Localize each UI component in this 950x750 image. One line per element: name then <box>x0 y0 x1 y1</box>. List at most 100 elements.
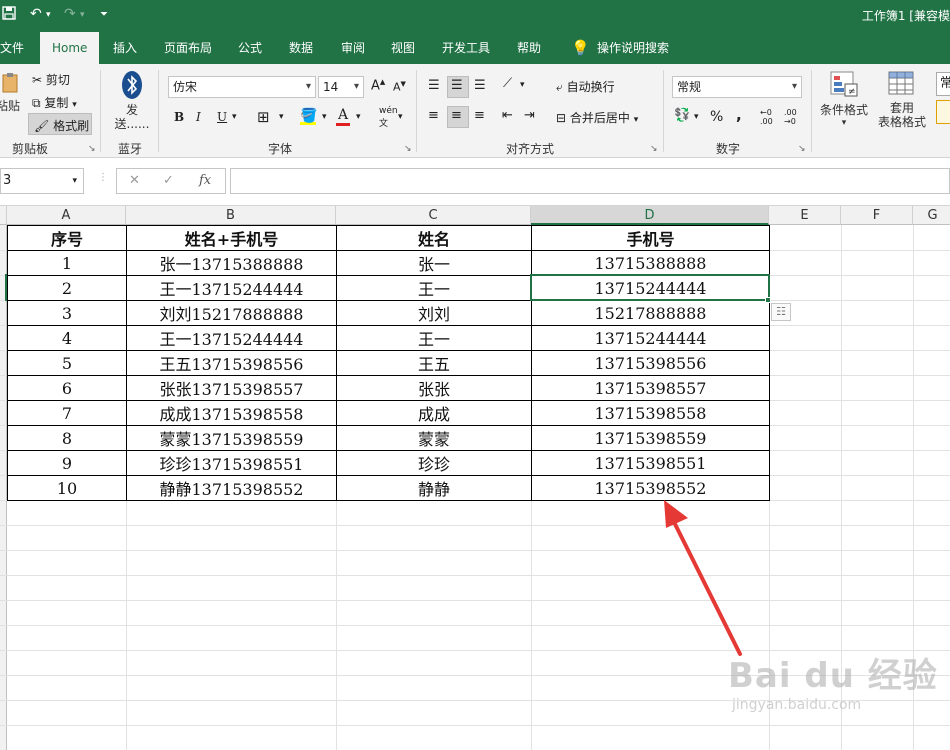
table-cell[interactable]: 珍珍 <box>336 450 532 476</box>
table-cell[interactable]: 蒙蒙 <box>336 425 532 451</box>
column-header-e[interactable]: E <box>769 206 841 225</box>
tab-developer[interactable]: 开发工具 <box>442 32 490 64</box>
align-left-icon[interactable]: ≡ <box>428 108 439 123</box>
column-header-d[interactable]: D <box>531 206 769 225</box>
tab-data[interactable]: 数据 <box>289 32 313 64</box>
cell-styles-gallery[interactable]: 常 <box>936 72 950 96</box>
table-cell[interactable]: 王一13715244444 <box>126 275 337 301</box>
cut-button[interactable]: ✂ 剪切 <box>32 71 70 88</box>
table-cell[interactable]: 5 <box>7 350 127 376</box>
tab-page-layout[interactable]: 页面布局 <box>164 32 212 64</box>
cancel-icon[interactable]: ✕ <box>129 173 140 188</box>
column-header-a[interactable]: A <box>7 206 126 225</box>
decrease-indent-icon[interactable]: ⇤ <box>502 108 513 123</box>
table-cell[interactable]: 4 <box>7 325 127 351</box>
fill-color-dropdown-icon[interactable]: ▾ <box>322 112 327 122</box>
table-cell[interactable]: 1 <box>7 250 127 276</box>
name-box[interactable]: 3 ▾ <box>0 168 84 194</box>
table-cell[interactable]: 10 <box>7 475 127 501</box>
decrease-decimal-icon[interactable]: .00 →0 <box>784 108 797 126</box>
table-cell[interactable]: 15217888888 <box>531 300 770 326</box>
redo-icon[interactable]: ↷ <box>64 6 76 22</box>
increase-decimal-icon[interactable]: ←0.00 <box>760 108 773 126</box>
column-header-f[interactable]: F <box>841 206 913 225</box>
header-cell[interactable]: 姓名+手机号 <box>126 225 337 251</box>
table-cell[interactable]: 王五 <box>336 350 532 376</box>
table-cell[interactable]: 王五13715398556 <box>126 350 337 376</box>
copy-button[interactable]: ⧉ 复制 ▾ <box>32 94 77 111</box>
font-color-button[interactable]: A <box>336 107 350 126</box>
table-cell[interactable]: 珍珍13715398551 <box>126 450 337 476</box>
select-all-corner[interactable] <box>0 206 7 225</box>
table-cell[interactable]: 张张 <box>336 375 532 401</box>
underline-dropdown-icon[interactable]: ▾ <box>232 112 237 122</box>
header-cell[interactable]: 序号 <box>7 225 127 251</box>
increase-indent-icon[interactable]: ⇥ <box>524 108 535 123</box>
table-cell[interactable]: 蒙蒙13715398559 <box>126 425 337 451</box>
table-cell[interactable]: 王一 <box>336 325 532 351</box>
align-middle-icon[interactable]: ☰ <box>451 78 463 93</box>
table-cell[interactable]: 7 <box>7 400 127 426</box>
italic-button[interactable]: I <box>196 110 201 124</box>
tab-formulas[interactable]: 公式 <box>238 32 262 64</box>
comma-button[interactable]: , <box>736 106 742 124</box>
tab-view[interactable]: 视图 <box>391 32 415 64</box>
header-cell[interactable]: 手机号 <box>531 225 770 251</box>
phonetic-dropdown-icon[interactable]: ▾ <box>398 112 403 122</box>
header-cell[interactable]: 姓名 <box>336 225 532 251</box>
shrink-font-button[interactable]: A▼ <box>393 80 406 94</box>
format-as-table-button[interactable]: 套用 表格格式 <box>872 70 932 129</box>
column-header-c[interactable]: C <box>336 206 531 225</box>
column-header-b[interactable]: B <box>126 206 336 225</box>
number-launcher-icon[interactable]: ↘ <box>798 144 806 154</box>
paste-button[interactable]: 粘贴 <box>0 72 22 114</box>
table-cell[interactable]: 13715388888 <box>531 250 770 276</box>
table-cell[interactable]: 刘刘15217888888 <box>126 300 337 326</box>
table-cell[interactable]: 张张13715398557 <box>126 375 337 401</box>
align-right-icon[interactable]: ≡ <box>474 108 485 123</box>
bluetooth-send-button[interactable]: 发送...... <box>112 70 152 131</box>
insert-function-icon[interactable]: fx <box>199 173 211 188</box>
table-cell[interactable]: 13715398558 <box>531 400 770 426</box>
phonetic-button[interactable]: wén 文 <box>379 106 398 129</box>
bold-button[interactable]: B <box>174 110 184 124</box>
redo-dropdown-icon[interactable]: ▾ <box>80 10 85 20</box>
table-cell[interactable]: 8 <box>7 425 127 451</box>
align-top-icon[interactable]: ☰ <box>428 78 440 93</box>
table-cell[interactable]: 6 <box>7 375 127 401</box>
flash-fill-options-icon[interactable]: ☷ <box>771 303 791 321</box>
format-painter-button[interactable]: 🖌 格式刷 <box>34 117 89 134</box>
table-cell[interactable]: 静静13715398552 <box>126 475 337 501</box>
percent-button[interactable]: % <box>710 109 723 125</box>
accounting-dropdown-icon[interactable]: ▾ <box>694 112 699 122</box>
orientation-dropdown-icon[interactable]: ▾ <box>520 80 525 90</box>
tab-review[interactable]: 审阅 <box>341 32 365 64</box>
customize-qat-icon[interactable]: ⏷ <box>100 9 108 20</box>
formula-bar-resize-icon[interactable]: ⋮ <box>98 172 108 183</box>
table-cell[interactable]: 成成 <box>336 400 532 426</box>
alignment-launcher-icon[interactable]: ↘ <box>650 144 658 154</box>
conditional-format-button[interactable]: ≠ 条件格式 ▾ <box>818 70 870 128</box>
align-bottom-icon[interactable]: ☰ <box>474 78 486 93</box>
tab-insert[interactable]: 插入 <box>113 32 137 64</box>
table-cell[interactable]: 13715244444 <box>531 325 770 351</box>
table-cell[interactable]: 张一 <box>336 250 532 276</box>
underline-button[interactable]: U <box>217 110 227 124</box>
undo-dropdown-icon[interactable]: ▾ <box>46 10 51 20</box>
merge-dropdown-icon[interactable]: ▾ <box>634 115 639 125</box>
table-cell[interactable]: 13715398556 <box>531 350 770 376</box>
copy-dropdown-icon[interactable]: ▾ <box>72 100 77 110</box>
font-launcher-icon[interactable]: ↘ <box>404 144 412 154</box>
clipboard-launcher-icon[interactable]: ↘ <box>88 144 96 154</box>
fill-color-button[interactable]: 🪣 <box>300 108 317 125</box>
formula-input[interactable] <box>230 168 950 194</box>
orientation-icon[interactable]: ⟋ <box>503 76 512 91</box>
number-format-select[interactable]: 常规 ▾ <box>672 76 802 98</box>
tab-file[interactable]: 文件 <box>0 32 24 64</box>
table-cell[interactable]: 张一13715388888 <box>126 250 337 276</box>
cell-style-sample[interactable] <box>936 100 950 124</box>
table-cell[interactable]: 3 <box>7 300 127 326</box>
accounting-format-icon[interactable]: 💱 <box>674 108 690 123</box>
enter-icon[interactable]: ✓ <box>163 173 174 188</box>
merge-center-button[interactable]: ⊟ 合并后居中 ▾ <box>556 109 638 126</box>
